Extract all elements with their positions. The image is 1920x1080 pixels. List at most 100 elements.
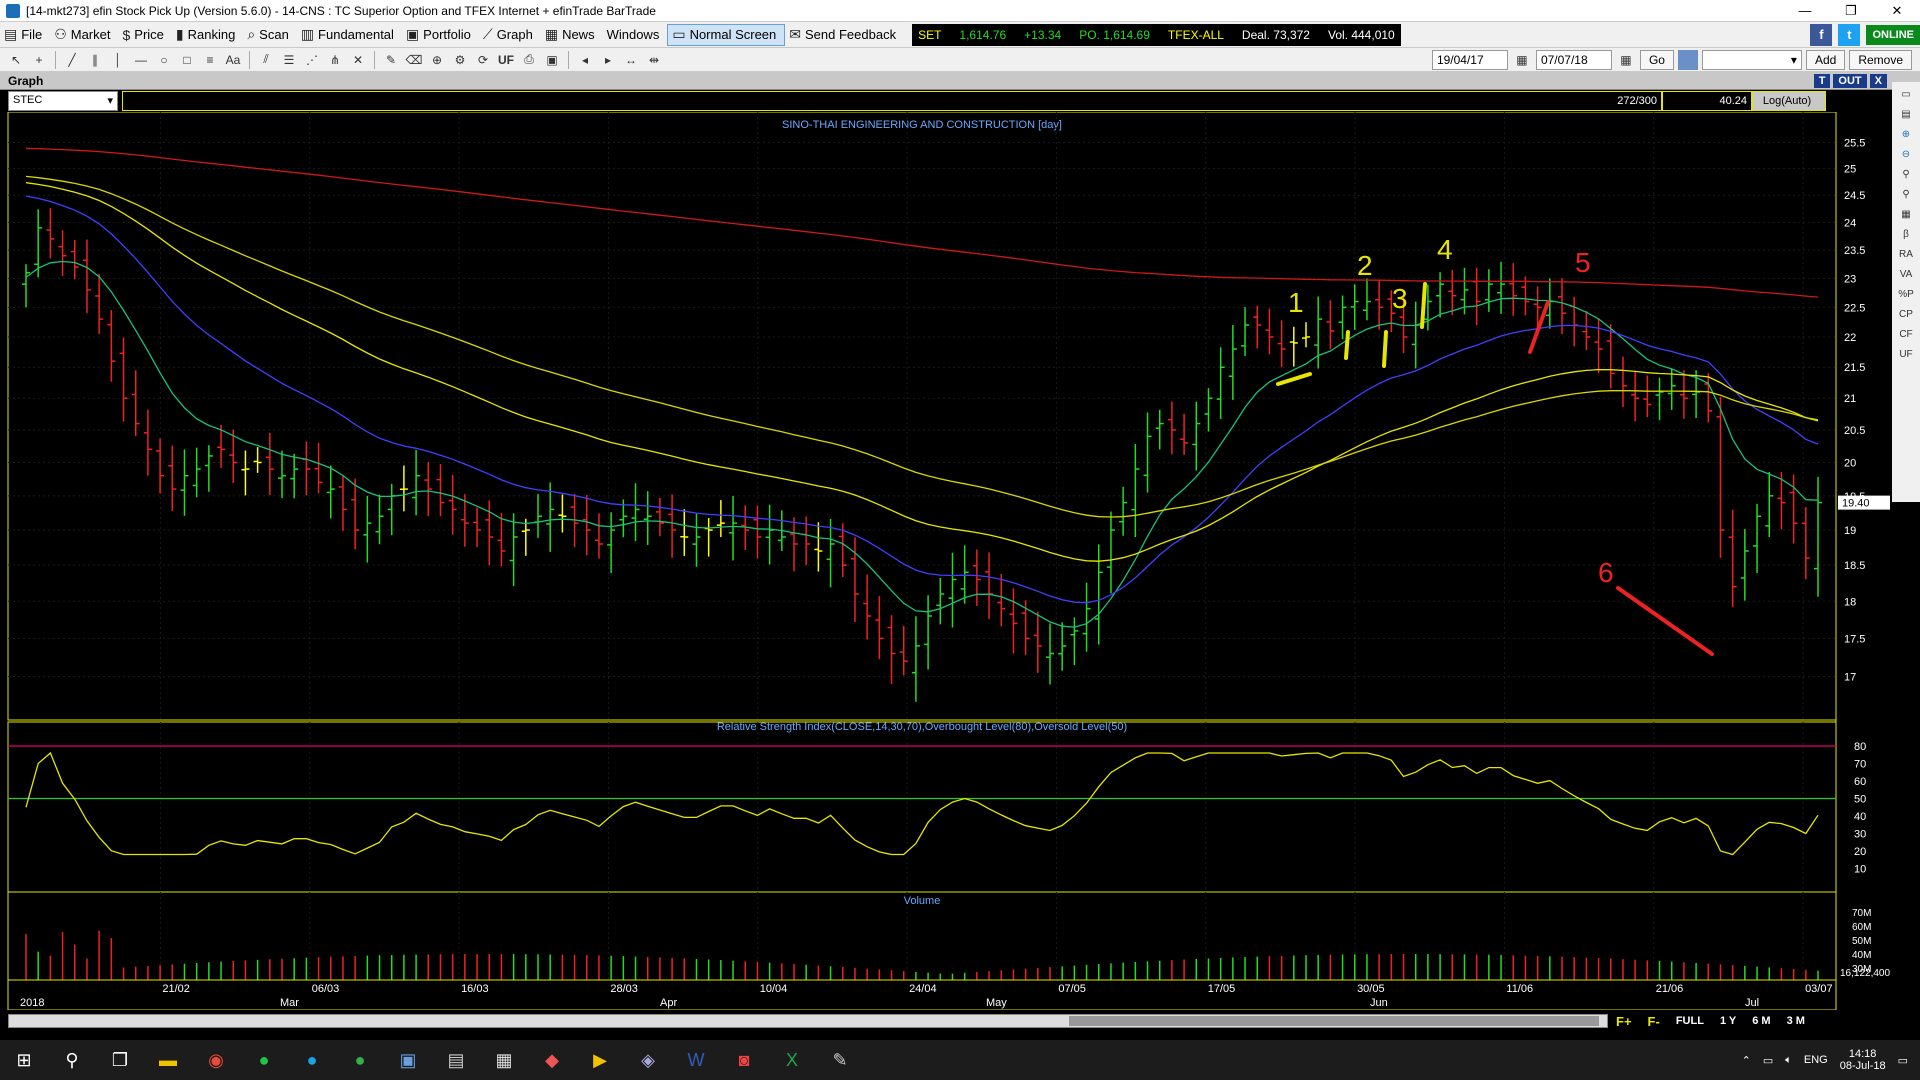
vertical-line-icon[interactable]: │ bbox=[108, 50, 128, 70]
expand-icon[interactable]: ↔ bbox=[621, 50, 641, 70]
range-tab-1y[interactable]: 1 Y bbox=[1712, 1015, 1744, 1027]
layout-icon[interactable]: ▤ bbox=[1895, 106, 1917, 122]
eraser-icon[interactable]: ⌫ bbox=[404, 50, 424, 70]
date-from-field[interactable]: 19/04/17 bbox=[1431, 49, 1508, 70]
refresh-icon[interactable]: ⟳ bbox=[473, 50, 493, 70]
task-view-icon[interactable]: ❐ bbox=[96, 1040, 144, 1080]
range-tab-full[interactable]: FULL bbox=[1668, 1015, 1712, 1027]
notification-icon[interactable]: ▭ bbox=[1898, 1054, 1908, 1067]
fibonacci-icon[interactable]: ≡ bbox=[200, 50, 220, 70]
plus-circle-icon[interactable]: ⊕ bbox=[1895, 126, 1917, 142]
date-to-field[interactable]: 07/07/18 bbox=[1535, 49, 1612, 70]
rectangle-icon[interactable]: □ bbox=[177, 50, 197, 70]
camera-icon[interactable]: ◙ bbox=[720, 1040, 768, 1080]
pointer-icon[interactable]: ↖ bbox=[6, 50, 26, 70]
scroll-thumb[interactable] bbox=[1069, 1016, 1599, 1026]
pen-icon[interactable]: ✎ bbox=[381, 50, 401, 70]
menu-item-send-feedback[interactable]: ✉ Send Feedback bbox=[785, 24, 904, 46]
twitter-icon[interactable]: t bbox=[1838, 23, 1861, 46]
calculator-icon[interactable]: ▦ bbox=[480, 1040, 528, 1080]
menu-item-ranking[interactable]: ▮ Ranking bbox=[172, 24, 243, 46]
shrink-icon[interactable]: ⇹ bbox=[644, 50, 664, 70]
horizontal-line-icon[interactable]: — bbox=[131, 50, 151, 70]
uf-button[interactable]: UF bbox=[496, 50, 516, 70]
range-tab-6m[interactable]: 6 M bbox=[1744, 1015, 1778, 1027]
start-icon[interactable]: ⊞ bbox=[0, 1040, 48, 1080]
facebook-icon[interactable]: f bbox=[1810, 23, 1833, 46]
paint-icon[interactable]: ✎ bbox=[816, 1040, 864, 1080]
range-tab-3m[interactable]: 3 M bbox=[1779, 1015, 1813, 1027]
file-explorer-icon[interactable]: ▬ bbox=[144, 1040, 192, 1080]
player-icon[interactable]: ▶ bbox=[576, 1040, 624, 1080]
scroll-right-icon[interactable]: ▸ bbox=[598, 50, 618, 70]
right-tool-va[interactable]: VA bbox=[1895, 266, 1917, 282]
gann-icon[interactable]: ⋰ bbox=[302, 50, 322, 70]
window-icon[interactable]: ▭ bbox=[1895, 86, 1917, 102]
scale-button[interactable]: Log(Auto) bbox=[1752, 91, 1826, 111]
menu-item-normal-screen[interactable]: ▭ Normal Screen bbox=[667, 23, 786, 46]
skype-icon[interactable]: ● bbox=[288, 1040, 336, 1080]
menu-item-graph[interactable]: ⟋ Graph bbox=[479, 24, 541, 46]
chevron-up-icon[interactable]: ⌃ bbox=[1742, 1054, 1751, 1067]
network-icon[interactable]: ▭ bbox=[1763, 1054, 1773, 1067]
right-tool-cf[interactable]: CF bbox=[1895, 326, 1917, 342]
grid-icon[interactable]: ▦ bbox=[1895, 206, 1917, 222]
template-select[interactable]: ▾ bbox=[1701, 49, 1802, 70]
word-icon[interactable]: W bbox=[672, 1040, 720, 1080]
channel-icon[interactable]: ⫽ bbox=[256, 50, 276, 70]
color-picker-icon[interactable] bbox=[1677, 49, 1698, 70]
right-tool-pctp[interactable]: %P bbox=[1895, 286, 1917, 302]
minus-circle-icon[interactable]: ⊖ bbox=[1895, 146, 1917, 162]
language-indicator[interactable]: ENG bbox=[1804, 1054, 1828, 1066]
beta-icon[interactable]: β bbox=[1895, 226, 1917, 242]
panel-close-button[interactable]: X bbox=[1869, 73, 1887, 88]
calendar-icon[interactable]: ▦ bbox=[1512, 50, 1532, 70]
print-icon[interactable]: ⎙ bbox=[519, 50, 539, 70]
zoom-in-f-icon[interactable]: F+ bbox=[1608, 1014, 1640, 1029]
zoom-out-f-icon[interactable]: F- bbox=[1640, 1014, 1668, 1029]
menu-item-windows[interactable]: Windows bbox=[603, 24, 668, 46]
menu-item-fundamental[interactable]: ▥ Fundamental bbox=[297, 24, 402, 46]
minimize-icon[interactable]: — bbox=[1782, 0, 1828, 22]
zoom-icon[interactable]: ⊕ bbox=[427, 50, 447, 70]
chart-scrollbar[interactable] bbox=[8, 1014, 1608, 1028]
symbol-input[interactable]: STEC ▾ bbox=[8, 91, 118, 111]
menu-item-market[interactable]: ⚇ Market bbox=[50, 24, 118, 46]
menu-item-file[interactable]: ▤ File bbox=[0, 24, 50, 46]
right-tool-uf[interactable]: UF bbox=[1895, 346, 1917, 362]
text-icon[interactable]: Aa bbox=[223, 50, 243, 70]
line-icon[interactable]: ● bbox=[240, 1040, 288, 1080]
efin-icon[interactable]: ▣ bbox=[384, 1040, 432, 1080]
delete-drawing-icon[interactable]: ✕ bbox=[348, 50, 368, 70]
excel-icon[interactable]: X bbox=[768, 1040, 816, 1080]
panel-out-button[interactable]: OUT bbox=[1833, 73, 1867, 88]
trendline-icon[interactable]: ╱ bbox=[62, 50, 82, 70]
zoom-in-icon[interactable]: ⚲ bbox=[1895, 166, 1917, 182]
steam-icon[interactable]: ◈ bbox=[624, 1040, 672, 1080]
menu-item-scan[interactable]: ⌕ Scan bbox=[243, 24, 296, 46]
go-button[interactable]: Go bbox=[1639, 49, 1674, 70]
menu-item-news[interactable]: ▦ News bbox=[541, 24, 603, 46]
crosshair-icon[interactable]: + bbox=[29, 50, 49, 70]
clock[interactable]: 14:18 08-Jul-18 bbox=[1840, 1048, 1886, 1072]
chart-area[interactable]: 25.52524.52423.52322.52221.52120.52019.5… bbox=[0, 112, 1892, 1010]
scroll-left-icon[interactable]: ◂ bbox=[575, 50, 595, 70]
chrome-icon[interactable]: ◉ bbox=[192, 1040, 240, 1080]
utorrent-icon[interactable]: ● bbox=[336, 1040, 384, 1080]
app-icon[interactable]: ▤ bbox=[432, 1040, 480, 1080]
search-icon[interactable]: ⚲ bbox=[48, 1040, 96, 1080]
menu-item-price[interactable]: $ Price bbox=[118, 24, 171, 46]
right-tool-ra[interactable]: RA bbox=[1895, 246, 1917, 262]
calendar-icon[interactable]: ▦ bbox=[1616, 50, 1636, 70]
settings-icon[interactable]: ⚙ bbox=[450, 50, 470, 70]
volume-icon[interactable]: 🔈︎ bbox=[1785, 1054, 1792, 1067]
circle-icon[interactable]: ○ bbox=[154, 50, 174, 70]
panel-t-button[interactable]: T bbox=[1813, 73, 1831, 88]
close-icon[interactable]: ✕ bbox=[1874, 0, 1920, 22]
parallel-line-icon[interactable]: ∥ bbox=[85, 50, 105, 70]
menu-item-portfolio[interactable]: ▣ Portfolio bbox=[402, 24, 479, 46]
remove-button[interactable]: Remove bbox=[1849, 49, 1912, 70]
pitchfork-icon[interactable]: ⋔ bbox=[325, 50, 345, 70]
line-style-icon[interactable]: ☰ bbox=[279, 50, 299, 70]
save-icon[interactable]: ▣ bbox=[542, 50, 562, 70]
